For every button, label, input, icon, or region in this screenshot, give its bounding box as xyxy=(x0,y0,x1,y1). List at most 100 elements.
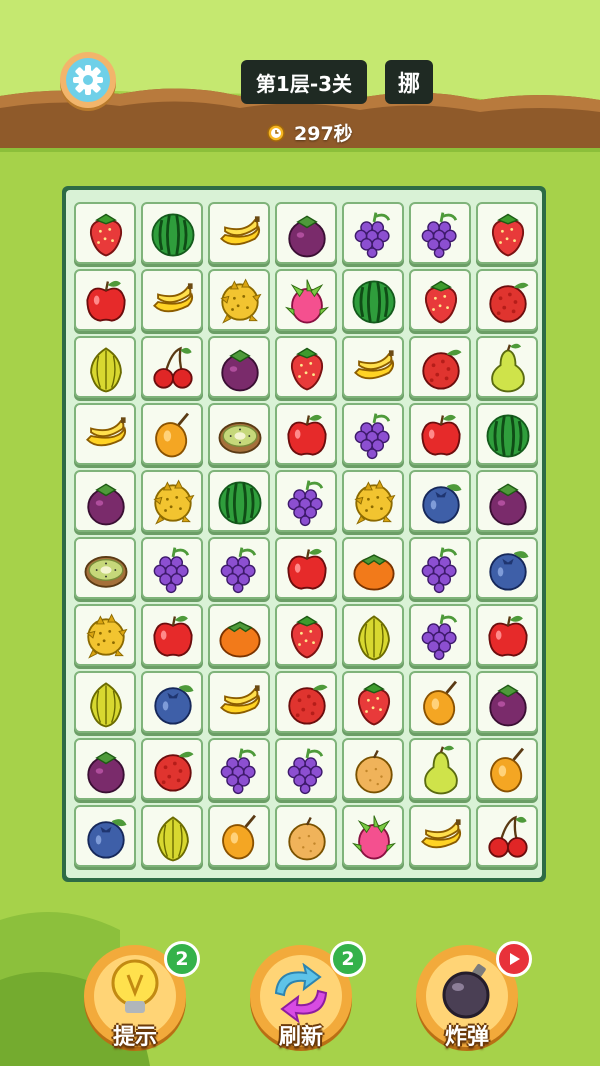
lightbulb-icon xyxy=(111,959,159,1013)
tile-durian[interactable] xyxy=(208,269,270,331)
durian-icon xyxy=(153,479,195,525)
tile-apple[interactable] xyxy=(409,403,471,465)
tile-watermelon[interactable] xyxy=(141,202,203,264)
grape-icon xyxy=(421,614,458,661)
banana-icon xyxy=(153,283,194,313)
durian-icon xyxy=(354,479,396,525)
tile-lychee[interactable] xyxy=(409,336,471,398)
blueberry-icon xyxy=(489,551,529,591)
mangosteen-icon xyxy=(489,483,527,526)
tile-banana[interactable] xyxy=(342,336,404,398)
tile-grape[interactable] xyxy=(409,202,471,264)
tile-blueberry[interactable] xyxy=(74,805,136,867)
tile-strawberry[interactable] xyxy=(342,671,404,733)
tile-watermelon[interactable] xyxy=(208,470,270,532)
tile-grape[interactable] xyxy=(275,470,337,532)
tile-grape[interactable] xyxy=(208,738,270,800)
tile-watermelon[interactable] xyxy=(342,269,404,331)
tile-lychee[interactable] xyxy=(141,738,203,800)
tile-grape[interactable] xyxy=(342,403,404,465)
apple-icon xyxy=(86,280,126,322)
tile-mangosteen[interactable] xyxy=(476,470,538,532)
tile-cherry[interactable] xyxy=(141,336,203,398)
tile-banana[interactable] xyxy=(208,671,270,733)
tile-watermelon[interactable] xyxy=(476,403,538,465)
tile-blueberry[interactable] xyxy=(409,470,471,532)
tile-blueberry[interactable] xyxy=(141,671,203,733)
persimmon-icon xyxy=(219,621,261,658)
mangosteen-icon xyxy=(87,751,125,794)
bomb-button[interactable]: 炸弹 xyxy=(416,941,532,1050)
tile-orange[interactable] xyxy=(275,805,337,867)
tile-banana[interactable] xyxy=(141,269,203,331)
banana-icon xyxy=(354,350,395,380)
tile-banana[interactable] xyxy=(74,403,136,465)
tile-apple[interactable] xyxy=(476,604,538,666)
tile-apple[interactable] xyxy=(141,604,203,666)
tile-kiwi[interactable] xyxy=(208,403,270,465)
tile-apple[interactable] xyxy=(74,269,136,331)
watermelon-icon xyxy=(218,481,262,525)
tile-persimmon[interactable] xyxy=(342,537,404,599)
tile-lychee[interactable] xyxy=(275,671,337,733)
play-icon xyxy=(510,953,520,965)
mangosteen-icon xyxy=(87,483,125,526)
tile-pear[interactable] xyxy=(476,336,538,398)
tile-mangosteen[interactable] xyxy=(74,470,136,532)
tile-mangosteen[interactable] xyxy=(74,738,136,800)
mangosteen-icon xyxy=(489,684,527,727)
tile-durian[interactable] xyxy=(74,604,136,666)
tile-strawberry[interactable] xyxy=(275,336,337,398)
tile-apple[interactable] xyxy=(275,403,337,465)
tile-starfruit[interactable] xyxy=(342,604,404,666)
apple-icon xyxy=(488,615,528,657)
tile-blueberry[interactable] xyxy=(476,537,538,599)
shuffle-button[interactable]: 挪 xyxy=(385,60,433,104)
mangosteen-icon xyxy=(221,349,259,392)
refresh-count-badge: 2 xyxy=(330,941,366,977)
apple-icon xyxy=(287,548,327,590)
tile-starfruit[interactable] xyxy=(141,805,203,867)
loquat-icon xyxy=(490,747,525,793)
tile-orange[interactable] xyxy=(342,738,404,800)
tile-grape[interactable] xyxy=(141,537,203,599)
tile-persimmon[interactable] xyxy=(208,604,270,666)
tile-loquat[interactable] xyxy=(476,738,538,800)
tile-durian[interactable] xyxy=(342,470,404,532)
tile-kiwi[interactable] xyxy=(74,537,136,599)
tile-starfruit[interactable] xyxy=(74,336,136,398)
tile-strawberry[interactable] xyxy=(476,202,538,264)
tile-grape[interactable] xyxy=(409,537,471,599)
tile-apple[interactable] xyxy=(275,537,337,599)
tile-starfruit[interactable] xyxy=(74,671,136,733)
tile-mangosteen[interactable] xyxy=(275,202,337,264)
settings-button[interactable] xyxy=(60,52,116,108)
apple-icon xyxy=(287,414,327,456)
tile-grape[interactable] xyxy=(342,202,404,264)
tile-strawberry[interactable] xyxy=(275,604,337,666)
hint-button[interactable]: 提示 2 xyxy=(84,941,200,1050)
tile-strawberry[interactable] xyxy=(409,269,471,331)
tile-grape[interactable] xyxy=(409,604,471,666)
refresh-button[interactable]: 刷新 2 xyxy=(250,941,366,1050)
tile-dragonfruit[interactable] xyxy=(275,269,337,331)
tile-loquat[interactable] xyxy=(141,403,203,465)
tile-lychee[interactable] xyxy=(476,269,538,331)
tile-cherry[interactable] xyxy=(476,805,538,867)
orange-icon xyxy=(288,816,326,861)
tile-durian[interactable] xyxy=(141,470,203,532)
tile-mangosteen[interactable] xyxy=(208,336,270,398)
tile-pear[interactable] xyxy=(409,738,471,800)
tile-banana[interactable] xyxy=(409,805,471,867)
tile-banana[interactable] xyxy=(208,202,270,264)
tile-mangosteen[interactable] xyxy=(476,671,538,733)
hint-label: 提示 xyxy=(112,1025,157,1050)
tile-strawberry[interactable] xyxy=(74,202,136,264)
banana-icon xyxy=(421,819,462,849)
tile-dragonfruit[interactable] xyxy=(342,805,404,867)
persimmon-icon xyxy=(353,554,395,591)
tile-loquat[interactable] xyxy=(208,805,270,867)
tile-grape[interactable] xyxy=(275,738,337,800)
tile-grape[interactable] xyxy=(208,537,270,599)
tile-loquat[interactable] xyxy=(409,671,471,733)
